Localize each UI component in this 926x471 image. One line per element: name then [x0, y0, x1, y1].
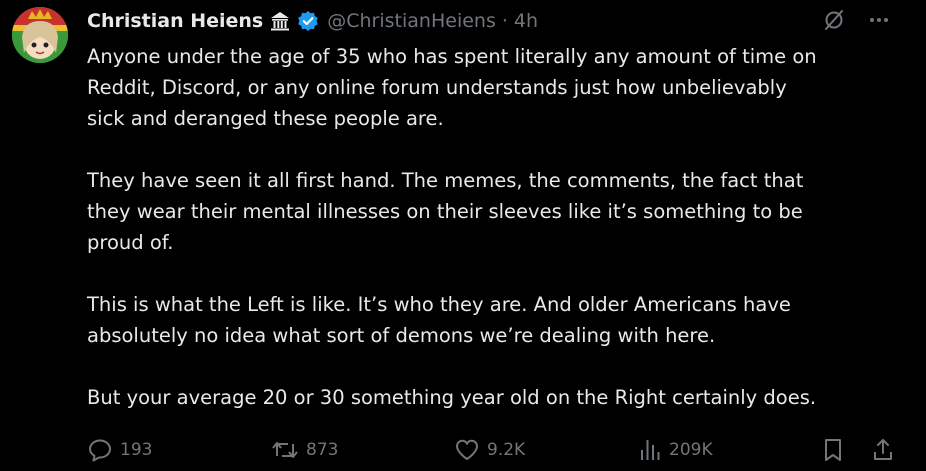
- like-count: 9.2K: [487, 440, 526, 460]
- verified-badge-icon[interactable]: [297, 10, 319, 32]
- reply-count: 193: [120, 440, 153, 460]
- avatar[interactable]: [12, 7, 68, 63]
- author-handle[interactable]: @ChristianHeiens: [327, 10, 496, 32]
- repost-icon: [271, 437, 299, 463]
- heart-icon: [454, 437, 480, 463]
- repost-button[interactable]: 873: [271, 434, 338, 466]
- tweet-paragraph: Anyone under the age of 35 who has spent…: [87, 45, 817, 130]
- display-name[interactable]: Christian Heiens: [87, 10, 263, 32]
- separator-dot: ·: [501, 10, 508, 32]
- classical-building-icon: [269, 10, 291, 32]
- views-button[interactable]: 209K: [638, 434, 713, 466]
- bookmark-icon: [821, 437, 845, 463]
- share-icon: [871, 437, 895, 463]
- reply-button[interactable]: 193: [87, 434, 152, 466]
- tweet-header: Christian Heiens @ChristianHeiens · 4h: [87, 6, 538, 36]
- tweet-paragraph: They have seen it all first hand. The me…: [87, 169, 804, 254]
- reply-icon: [87, 437, 113, 463]
- tweet-text: Anyone under the age of 35 who has spent…: [87, 41, 887, 444]
- tweet[interactable]: Christian Heiens @ChristianHeiens · 4h A…: [0, 0, 926, 471]
- more-options-icon[interactable]: [868, 9, 890, 35]
- tweet-paragraph: This is what the Left is like. It’s who …: [87, 293, 791, 347]
- action-bar: 193 873 9.2K 209K: [87, 434, 897, 466]
- views-bar-chart-icon: [638, 437, 662, 463]
- tweet-paragraph: But your average 20 or 30 something year…: [87, 386, 817, 409]
- avatar-image: [12, 7, 68, 63]
- like-button[interactable]: 9.2K: [454, 434, 525, 466]
- bookmark-button[interactable]: [821, 434, 845, 466]
- views-count: 209K: [669, 440, 713, 460]
- timestamp[interactable]: 4h: [514, 10, 538, 32]
- grok-icon[interactable]: [822, 8, 846, 36]
- top-actions: [822, 8, 890, 36]
- repost-count: 873: [306, 440, 339, 460]
- share-button[interactable]: [871, 434, 895, 466]
